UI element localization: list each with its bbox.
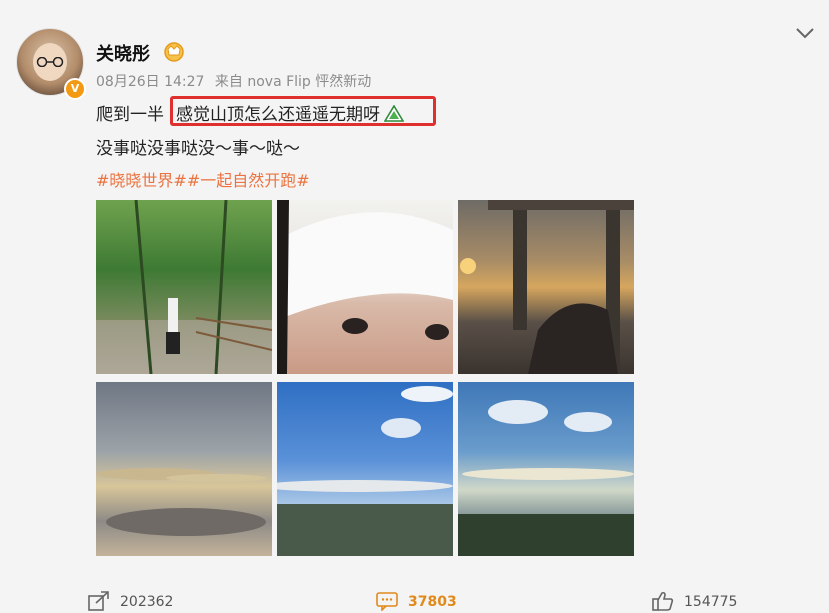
comment-count: 37803 — [408, 594, 457, 610]
comment-button[interactable]: 37803 — [376, 591, 457, 612]
sunset-pavilion-photo[interactable] — [458, 200, 634, 374]
hashtags[interactable]: #晓晓世界##一起自然开跑# — [96, 167, 310, 191]
comment-icon — [376, 592, 398, 612]
highlighted-text: 感觉山顶怎么还遥遥无期呀 — [176, 105, 380, 125]
post-meta: 08月26日 14:27 来自 nova Flip 怦然新动 — [96, 71, 377, 91]
share-icon — [88, 591, 109, 611]
share-count: 202362 — [120, 594, 174, 610]
crown-badge-icon — [164, 42, 184, 62]
source-device[interactable]: 来自 nova Flip 怦然新动 — [215, 74, 371, 90]
blue-sky-photo[interactable] — [277, 382, 453, 556]
post-line-2: 没事哒没事哒没～事～哒～ — [96, 139, 300, 159]
mountain-emoji-icon — [384, 105, 404, 122]
like-count: 154775 — [684, 594, 738, 610]
photo-grid — [96, 200, 634, 558]
timestamp: 08月26日 14:27 — [96, 74, 205, 90]
share-button[interactable]: 202362 — [88, 591, 173, 611]
thumbs-up-icon — [652, 591, 674, 611]
post-text-prefix: 爬到一半 — [96, 105, 164, 125]
sky-landscape-photo[interactable] — [458, 382, 634, 556]
chevron-down-icon[interactable] — [795, 26, 815, 40]
like-button[interactable]: 154775 — [652, 591, 737, 611]
post-text-highlighted: 感觉山顶怎么还遥遥无期呀 — [176, 100, 404, 125]
cloudy-sunset-photo[interactable] — [96, 382, 272, 556]
mountain-stairs-photo[interactable] — [96, 200, 272, 374]
username[interactable]: 关晓彤 — [96, 40, 150, 66]
verified-badge-icon: V — [64, 78, 86, 100]
post-line-1: 爬到一半 — [96, 100, 164, 125]
selfie-photo[interactable] — [277, 200, 453, 374]
